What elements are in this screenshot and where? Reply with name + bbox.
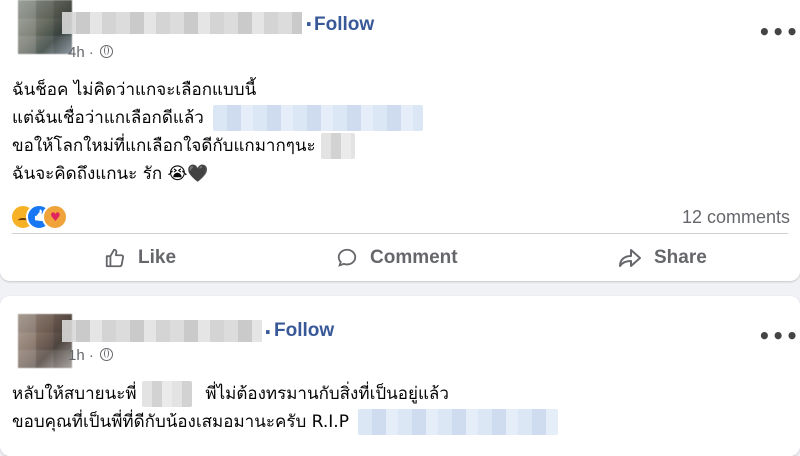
more-options-icon[interactable]: ••• (758, 324, 799, 348)
blurred-mention[interactable] (213, 105, 424, 131)
author-name-blurred[interactable] (62, 320, 262, 342)
share-button[interactable]: Share (618, 242, 707, 274)
text-line-2: แต่ฉันเชื่อว่าแกเลือกดีแล้ว (12, 108, 204, 128)
comments-count[interactable]: 12 comments (682, 207, 790, 228)
comment-button[interactable]: Comment (336, 242, 458, 274)
post-text-line: ฉันจะคิดถึงแกนะ รัก 😭🖤 (12, 160, 209, 188)
author-name-blurred[interactable] (62, 12, 302, 34)
separator-dot: · (264, 320, 272, 344)
separator-dot: · (305, 12, 313, 36)
time-text: 4h (68, 44, 85, 61)
time-text: 1h (68, 347, 85, 364)
globe-icon (100, 45, 114, 58)
separator-dot: · (88, 44, 94, 61)
post-text-line: ขอบคุณที่เป็นพี่ที่ดีกับน้องเสมอมานะครับ… (12, 408, 559, 436)
follow-button[interactable]: Follow (314, 14, 374, 36)
post-timestamp[interactable]: 4h · (68, 44, 114, 61)
post-timestamp[interactable]: 1h · (68, 347, 114, 364)
post-text-line: แต่ฉันเชื่อว่าแกเลือกดีแล้ว (12, 104, 424, 132)
text-line-1: ฉันช็อค ไม่คิดว่าแกจะเลือกแบบนี้ (12, 80, 257, 100)
post-text-line: ฉันช็อค ไม่คิดว่าแกจะเลือกแบบนี้ (12, 76, 256, 104)
thumbs-up-icon (105, 248, 125, 268)
post-card-1: · Follow 4h · ••• ฉันช็อค ไม่คิดว่าแกจะเ… (0, 0, 800, 281)
blurred-name (321, 133, 356, 159)
crying-heart-emoji: 😭🖤 (167, 164, 209, 184)
post-text-line: ขอให้โลกใหม่ที่แกเลือกใจดีกับแกมากๆนะ (12, 132, 356, 160)
like-label: Like (138, 247, 177, 268)
comment-bubble-icon (337, 248, 357, 267)
globe-icon (100, 348, 114, 361)
blurred-name (141, 381, 192, 407)
post-text-line: หลับให้สบายนะพี่ พี่ไม่ต้องทรมานกับสิ่งท… (12, 380, 449, 408)
divider (12, 233, 788, 234)
text-line-1: หลับให้สบายนะพี่ (12, 384, 137, 404)
text-line-4: ฉันจะคิดถึงแกนะ รัก (12, 164, 163, 184)
more-options-icon[interactable]: ••• (758, 20, 799, 44)
blurred-mention[interactable] (358, 409, 559, 435)
share-label: Share (654, 247, 707, 268)
separator-dot: · (88, 347, 94, 364)
follow-button[interactable]: Follow (274, 320, 334, 342)
share-arrow-icon (619, 249, 641, 267)
like-button[interactable]: Like (104, 242, 176, 274)
text-line-1-continued: พี่ไม่ต้องทรมานกับสิ่งที่เป็นอยู่แล้ว (205, 384, 449, 404)
text-line-3: ขอให้โลกใหม่ที่แกเลือกใจดีกับแกมากๆนะ (12, 136, 316, 156)
text-line-2: ขอบคุณที่เป็นพี่ที่ดีกับน้องเสมอมานะครับ… (12, 412, 349, 432)
post-card-2: · Follow 1h · ••• หลับให้สบายนะพี่ พี่ไม… (0, 296, 800, 456)
care-reaction-icon (42, 204, 68, 230)
comment-label: Comment (370, 247, 458, 268)
